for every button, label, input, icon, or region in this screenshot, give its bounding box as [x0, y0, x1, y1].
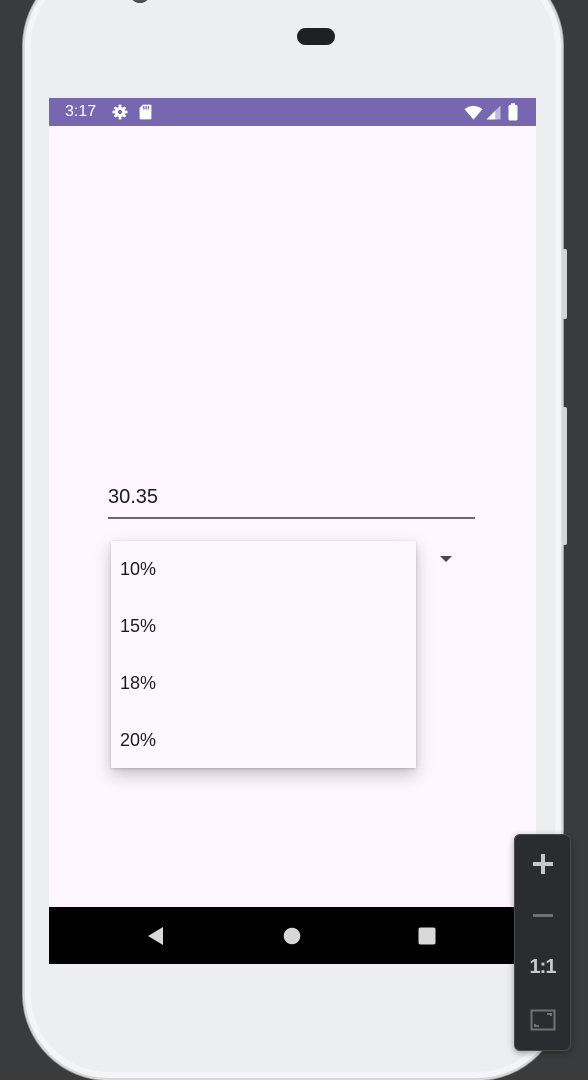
tip-option-label: 20%: [120, 730, 157, 750]
home-button[interactable]: [279, 923, 305, 949]
battery-icon: [508, 103, 518, 121]
tip-percentage-dropdown: 10% 15% 18% 20%: [111, 541, 416, 768]
overview-icon: [418, 927, 436, 945]
front-camera: [130, 0, 150, 3]
volume-button: [563, 407, 567, 545]
status-time: 3:17: [65, 103, 97, 120]
tip-option-label: 15%: [120, 616, 157, 636]
home-icon: [283, 927, 301, 945]
zoom-in-icon: [532, 853, 553, 874]
zoom-out-button[interactable]: [525, 898, 560, 933]
bill-amount-input[interactable]: [108, 483, 438, 511]
actual-size-button[interactable]: 1:1: [525, 950, 560, 985]
sd-card-icon: [139, 104, 152, 120]
proximity-sensor: [297, 28, 335, 45]
fit-screen-icon: [530, 1009, 555, 1030]
bill-amount-field[interactable]: [108, 475, 475, 519]
app-screen: 3:17 30.35 10% 15% 18% 20%: [49, 98, 536, 964]
emulator-zoom-toolbar: 1:1: [514, 834, 571, 1051]
tip-option-label: 18%: [120, 673, 157, 693]
tip-spinner-dropdown-arrow-icon[interactable]: [438, 554, 454, 564]
navigation-bar: [49, 907, 536, 964]
power-button: [563, 249, 567, 319]
tip-option-label: 10%: [120, 559, 157, 579]
tip-option-15[interactable]: 15%: [111, 598, 416, 655]
back-button[interactable]: [143, 923, 169, 949]
tip-option-10[interactable]: 10%: [111, 541, 416, 598]
tip-option-18[interactable]: 18%: [111, 655, 416, 712]
zoom-in-button[interactable]: [525, 846, 560, 881]
settings-icon: [112, 104, 128, 120]
overview-button[interactable]: [414, 923, 440, 949]
back-icon: [148, 927, 163, 945]
zoom-out-icon: [532, 913, 553, 917]
status-bar: 3:17: [49, 98, 536, 126]
wifi-icon: [464, 105, 483, 120]
tip-option-20[interactable]: 20%: [111, 712, 416, 769]
fit-screen-button[interactable]: [525, 1002, 560, 1037]
actual-size-label: 1:1: [529, 956, 557, 978]
signal-icon: [486, 105, 501, 120]
